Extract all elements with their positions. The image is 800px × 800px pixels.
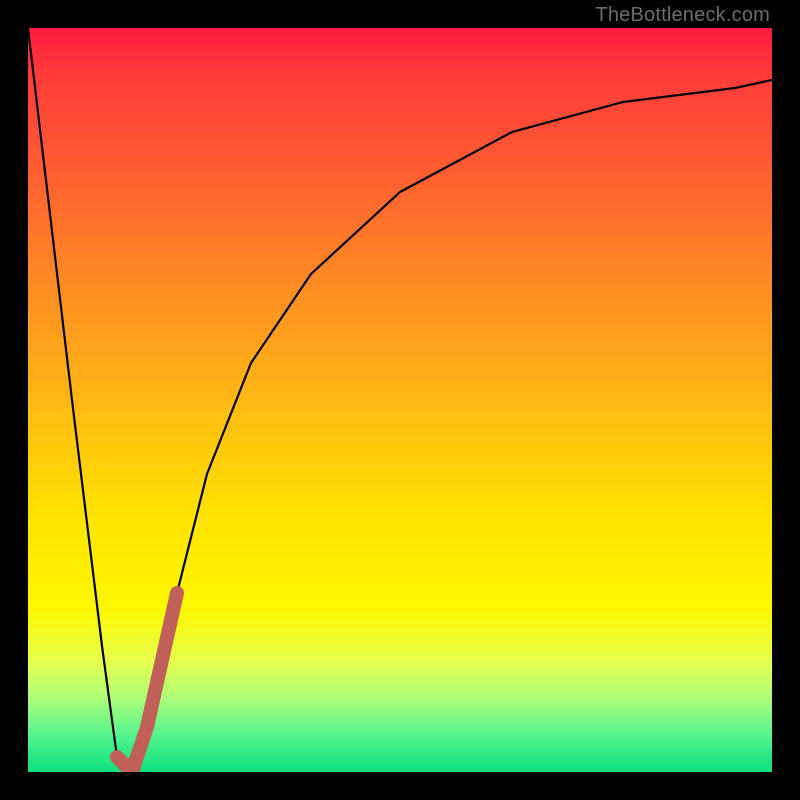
bottleneck-curve — [28, 28, 772, 772]
attribution-text: TheBottleneck.com — [595, 4, 770, 27]
plot-area — [28, 28, 772, 772]
curve-layer — [28, 28, 772, 772]
highlighted-segment — [117, 593, 177, 772]
chart-frame: TheBottleneck.com — [0, 0, 800, 800]
